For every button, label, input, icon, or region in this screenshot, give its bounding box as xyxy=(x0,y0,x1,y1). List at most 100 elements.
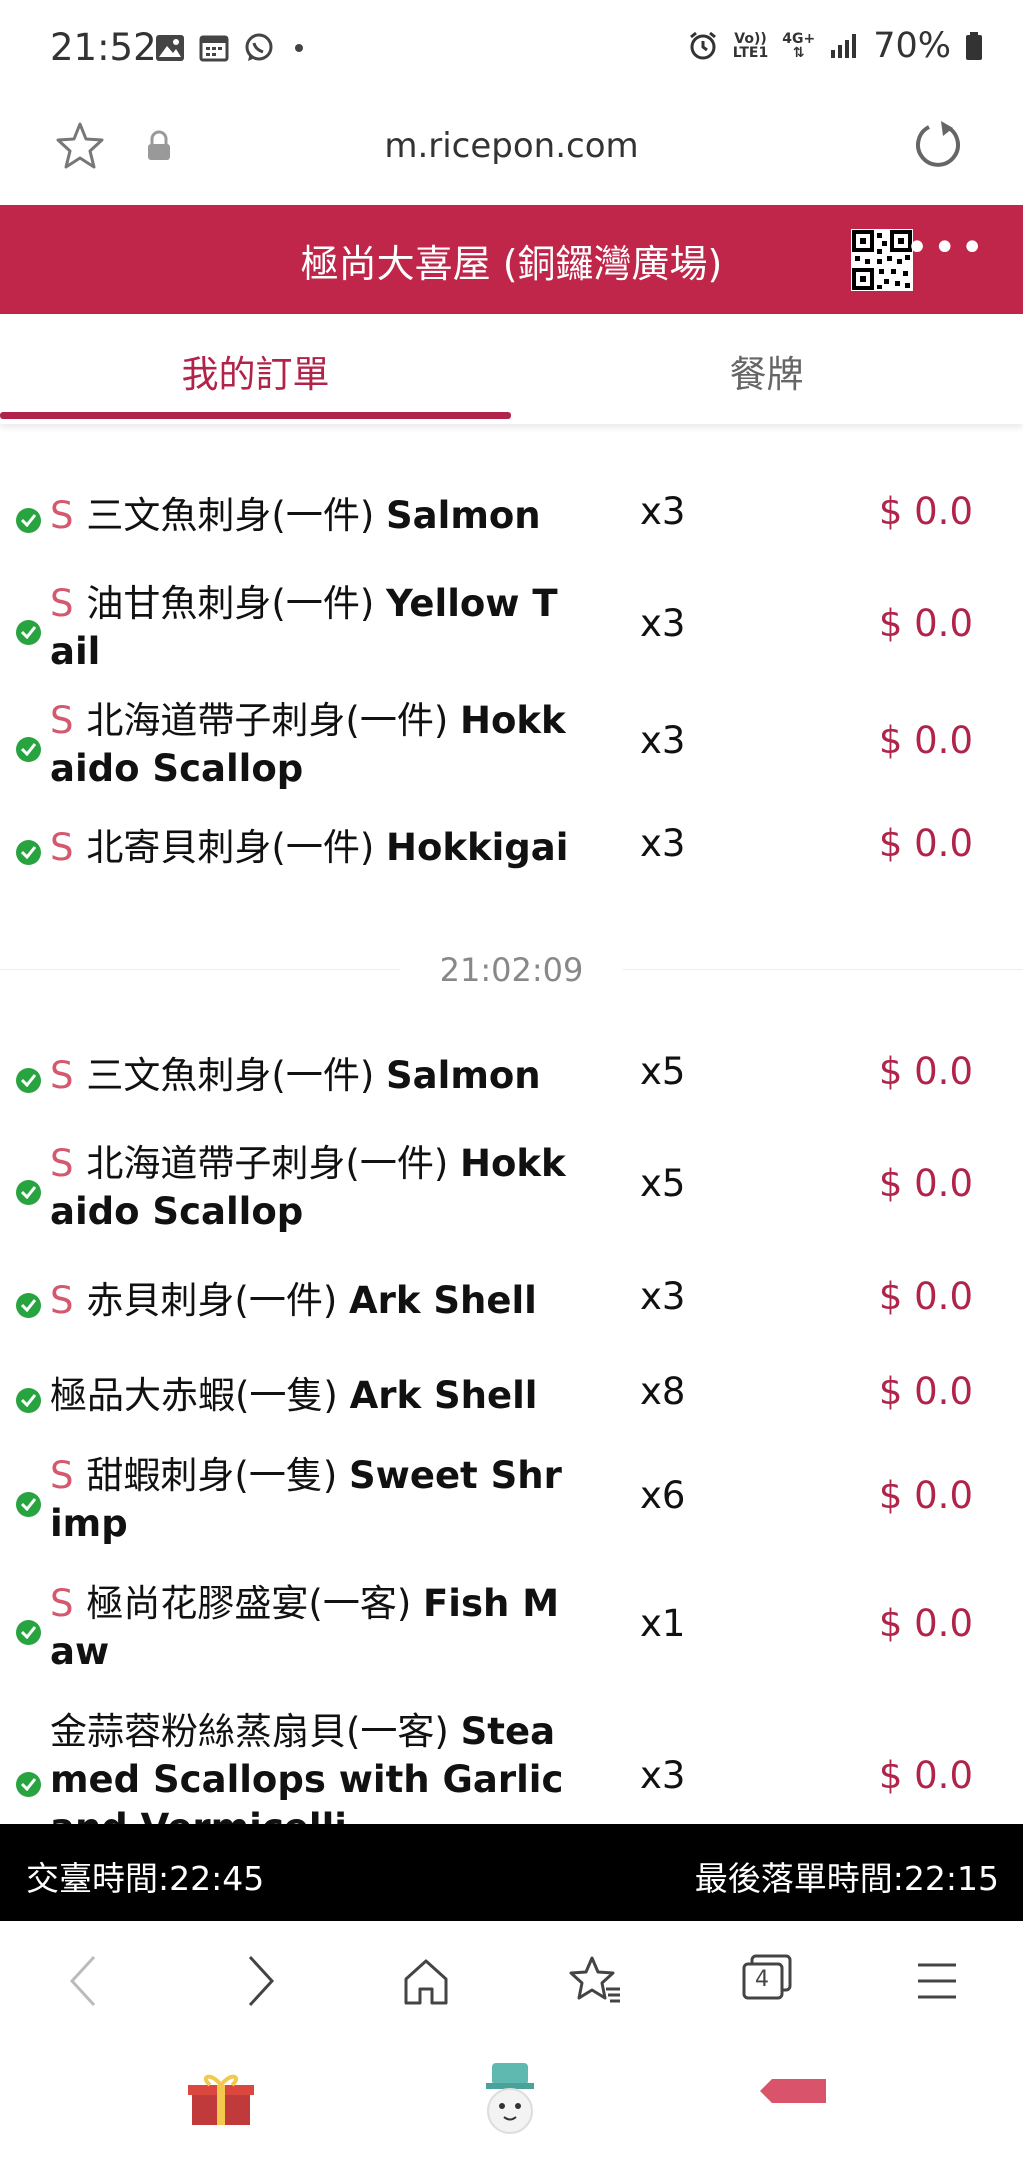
alarm-icon xyxy=(689,31,716,60)
item-price: $ 0.0 xyxy=(878,1474,973,1517)
item-price: $ 0.0 xyxy=(878,822,973,865)
item-chinese-name: 北寄貝刺身(一件) xyxy=(86,826,387,869)
ordered-check-icon xyxy=(16,840,41,865)
restaurant-header: 極尚大喜屋 (銅鑼灣廣場) ••• xyxy=(0,205,1023,314)
item-name: S 赤貝刺身(一件) Ark Shell xyxy=(50,1277,570,1325)
ordered-check-icon xyxy=(16,620,41,645)
item-s-marker: S xyxy=(50,1279,74,1322)
calendar-icon xyxy=(199,35,229,62)
item-price: $ 0.0 xyxy=(878,1370,973,1413)
item-quantity: x5 xyxy=(640,1162,686,1205)
item-quantity: x3 xyxy=(640,1754,686,1797)
more-notifications-dot xyxy=(295,44,303,52)
item-s-marker: S xyxy=(50,582,74,625)
back-icon[interactable] xyxy=(64,1951,104,2011)
item-s-marker: S xyxy=(50,1142,74,1185)
bookmarks-icon[interactable] xyxy=(568,1955,624,2007)
ordered-check-icon xyxy=(16,508,41,533)
ordered-check-icon xyxy=(16,1180,41,1205)
order-list[interactable]: S 三文魚刺身(一件) Salmon x3 $ 0.0 S 油甘魚刺身(一件) Yel… xyxy=(0,424,1023,1824)
tab-my-orders[interactable]: 我的訂單 xyxy=(0,344,511,398)
item-chinese-name: 金蒜蓉粉絲蒸扇貝(一客) xyxy=(50,1710,461,1753)
item-name: S 極尚花膠盛宴(一客) Fish Maw xyxy=(50,1580,570,1676)
item-name: S 北海道帶子刺身(一件) Hokkaido Scallop xyxy=(50,697,570,793)
gift-icon[interactable] xyxy=(188,2071,254,2127)
item-name: 金蒜蓉粉絲蒸扇貝(一客) Steamed Scallops with Garli… xyxy=(50,1708,570,1824)
item-quantity: x3 xyxy=(640,719,686,762)
volte-indicator: Vo)) LTE1 xyxy=(732,31,769,61)
ordered-check-icon xyxy=(16,1388,41,1413)
item-price: $ 0.0 xyxy=(878,602,973,645)
item-quantity: x3 xyxy=(640,490,686,533)
url-bar: m.ricepon.com xyxy=(0,100,1023,205)
url-text[interactable]: m.ricepon.com xyxy=(0,126,1023,166)
ordered-check-icon xyxy=(16,1620,41,1645)
item-chinese-name: 三文魚刺身(一件) xyxy=(86,1054,387,1097)
ordered-check-icon xyxy=(16,1492,41,1517)
item-english-name: Salmon xyxy=(386,1054,541,1097)
tabs-switcher-icon[interactable]: 4 xyxy=(740,1953,794,2007)
more-options-icon[interactable]: ••• xyxy=(905,225,988,271)
item-quantity: x6 xyxy=(640,1474,686,1517)
item-english-name: Salmon xyxy=(386,494,541,537)
status-notification-icons xyxy=(155,32,303,64)
last-order-time: 最後落單時間:22:15 xyxy=(694,1859,999,1898)
bottom-tray xyxy=(0,2041,1023,2160)
item-english-name: Ark Shell xyxy=(349,1374,538,1417)
item-name: S 北海道帶子刺身(一件) Hokkaido Scallop xyxy=(50,1140,570,1236)
item-s-marker: S xyxy=(50,494,74,537)
ordered-check-icon xyxy=(16,1772,41,1797)
order-time-separator: 21:02:09 xyxy=(0,943,1023,995)
item-quantity: x5 xyxy=(640,1050,686,1093)
ordered-check-icon xyxy=(16,737,41,762)
item-chinese-name: 極尚花膠盛宴(一客) xyxy=(86,1582,424,1625)
order-batch-time: 21:02:09 xyxy=(439,951,584,989)
menu-icon[interactable] xyxy=(916,1961,958,2001)
item-chinese-name: 甜蝦刺身(一隻) xyxy=(86,1454,350,1497)
item-quantity: x8 xyxy=(640,1370,686,1413)
signal-icon xyxy=(831,34,857,58)
ordered-check-icon xyxy=(16,1293,41,1318)
item-name: 極品大赤蝦(一隻) Ark Shell xyxy=(50,1372,570,1420)
item-name: S 三文魚刺身(一件) Salmon xyxy=(50,1052,570,1100)
item-quantity: x3 xyxy=(640,822,686,865)
item-name: S 三文魚刺身(一件) Salmon xyxy=(50,492,570,540)
gallery-icon xyxy=(156,35,184,61)
item-name: S 油甘魚刺身(一件) Yellow Tail xyxy=(50,580,570,676)
item-price: $ 0.0 xyxy=(878,1275,973,1318)
item-chinese-name: 赤貝刺身(一件) xyxy=(86,1279,350,1322)
home-icon[interactable] xyxy=(402,1957,450,2007)
item-chinese-name: 北海道帶子刺身(一件) xyxy=(86,1142,461,1185)
battery-icon xyxy=(966,32,982,60)
order-tabs: 我的訂單 餐牌 xyxy=(0,314,1023,424)
item-quantity: x3 xyxy=(640,602,686,645)
item-english-name: Ark Shell xyxy=(349,1279,537,1322)
item-english-name: Hokkigai xyxy=(386,826,569,869)
item-price: $ 0.0 xyxy=(878,719,973,762)
browser-navigation-bar: 4 xyxy=(0,1921,1023,2041)
item-price: $ 0.0 xyxy=(878,1050,973,1093)
tab-count: 4 xyxy=(755,1967,769,1992)
item-price: $ 0.0 xyxy=(878,1162,973,1205)
item-s-marker: S xyxy=(50,1454,74,1497)
item-s-marker: S xyxy=(50,1054,74,1097)
item-chinese-name: 油甘魚刺身(一件) xyxy=(86,582,387,625)
item-s-marker: S xyxy=(50,1582,74,1625)
item-price: $ 0.0 xyxy=(878,1754,973,1797)
qr-code-icon[interactable] xyxy=(851,229,913,291)
reload-icon[interactable] xyxy=(911,118,965,172)
time-info-bar: 交臺時間:22:45 最後落單時間:22:15 xyxy=(0,1824,1023,1921)
item-quantity: x3 xyxy=(640,1275,686,1318)
network-indicator: 4G+ ⇅ xyxy=(782,31,816,61)
item-chinese-name: 三文魚刺身(一件) xyxy=(86,494,387,537)
snowman-icon[interactable] xyxy=(480,2061,540,2143)
ordered-check-icon xyxy=(16,1068,41,1093)
tab-menu[interactable]: 餐牌 xyxy=(511,344,1022,398)
item-price: $ 0.0 xyxy=(878,490,973,533)
forward-icon[interactable] xyxy=(240,1951,280,2011)
item-name: S 北寄貝刺身(一件) Hokkigai xyxy=(50,824,570,872)
ribbon-icon[interactable] xyxy=(760,2077,826,2105)
status-bar: 21:52 Vo)) LTE1 4G+ ⇅ 70% xyxy=(0,0,1023,100)
table-end-time: 交臺時間:22:45 xyxy=(26,1859,265,1898)
item-s-marker: S xyxy=(50,699,74,742)
